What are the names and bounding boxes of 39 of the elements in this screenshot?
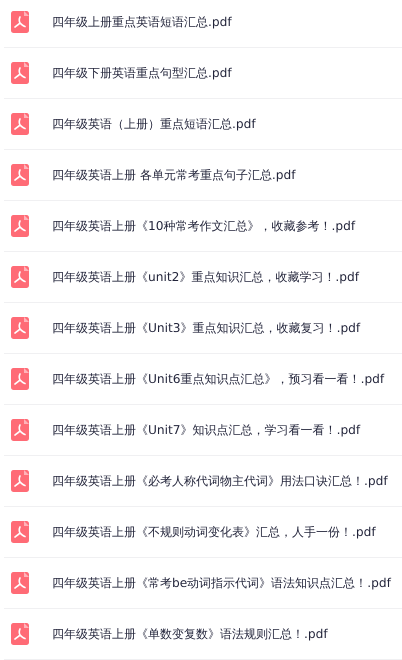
file-name: 四年级英语上册《Unit3》重点知识汇总，收藏复习！.pdf	[52, 320, 360, 336]
file-name: 四年级英语上册《不规则动词变化表》汇总，人手一份！.pdf	[52, 524, 376, 540]
file-row[interactable]: 四年级上册重点英语短语汇总.pdf	[4, 0, 402, 48]
file-name: 四年级下册英语重点句型汇总.pdf	[52, 66, 232, 80]
pdf-file-icon	[11, 368, 29, 390]
file-row[interactable]: 四年级英语上册《unit2》重点知识汇总，收藏学习！.pdf	[4, 252, 402, 303]
file-name: 四年级英语上册《Unit6重点知识点汇总》，预习看一看！.pdf	[52, 372, 384, 386]
pdf-file-icon	[11, 266, 29, 288]
file-name: 四年级英语上册《单数变复数》语法规则汇总！.pdf	[52, 626, 328, 642]
file-name: 四年级上册重点英语短语汇总.pdf	[52, 14, 232, 30]
file-row[interactable]: 四年级英语上册《10种常考作文汇总》，收藏参考！.pdf	[4, 201, 402, 252]
pdf-file-icon	[11, 572, 29, 594]
pdf-file-icon	[11, 11, 29, 33]
file-row[interactable]: 四年级英语上册《不规则动词变化表》汇总，人手一份！.pdf	[4, 507, 402, 558]
file-row[interactable]: 四年级英语上册《Unit6重点知识点汇总》，预习看一看！.pdf	[4, 354, 402, 405]
pdf-file-icon	[11, 470, 29, 492]
file-name: 四年级英语上册《10种常考作文汇总》，收藏参考！.pdf	[52, 218, 356, 234]
file-name: 四年级英语上册《必考人称代词物主代词》用法口诀汇总！.pdf	[52, 474, 388, 488]
file-row[interactable]: 四年级下册英语重点句型汇总.pdf	[4, 48, 402, 99]
file-row[interactable]: 四年级英语（上册）重点短语汇总.pdf	[4, 99, 402, 150]
file-row[interactable]: 四年级英语上册《Unit7》知识点汇总，学习看一看！.pdf	[4, 405, 402, 456]
pdf-file-icon	[11, 215, 29, 237]
pdf-file-icon	[11, 164, 29, 186]
pdf-file-icon	[11, 623, 29, 645]
file-row[interactable]: 四年级英语上册《Unit3》重点知识汇总，收藏复习！.pdf	[4, 303, 402, 354]
pdf-file-icon	[11, 317, 29, 339]
pdf-file-icon	[11, 113, 29, 135]
pdf-file-icon	[11, 521, 29, 543]
file-name: 四年级英语（上册）重点短语汇总.pdf	[52, 116, 256, 132]
file-row[interactable]: 四年级英语上册《单数变复数》语法规则汇总！.pdf	[4, 609, 402, 660]
file-row[interactable]: 四年级英语上册 各单元常考重点句子汇总.pdf	[4, 150, 402, 201]
pdf-file-icon	[11, 62, 29, 84]
file-name: 四年级英语上册《Unit7》知识点汇总，学习看一看！.pdf	[52, 422, 360, 438]
file-name: 四年级英语上册 各单元常考重点句子汇总.pdf	[52, 168, 296, 182]
file-name: 四年级英语上册《常考be动词指示代词》语法知识点汇总！.pdf	[52, 576, 391, 590]
file-name: 四年级英语上册《unit2》重点知识汇总，收藏学习！.pdf	[52, 270, 360, 284]
pdf-file-icon	[11, 419, 29, 441]
file-row[interactable]: 四年级英语上册《必考人称代词物主代词》用法口诀汇总！.pdf	[4, 456, 402, 507]
file-row[interactable]: 四年级英语上册《常考be动词指示代词》语法知识点汇总！.pdf	[4, 558, 402, 609]
